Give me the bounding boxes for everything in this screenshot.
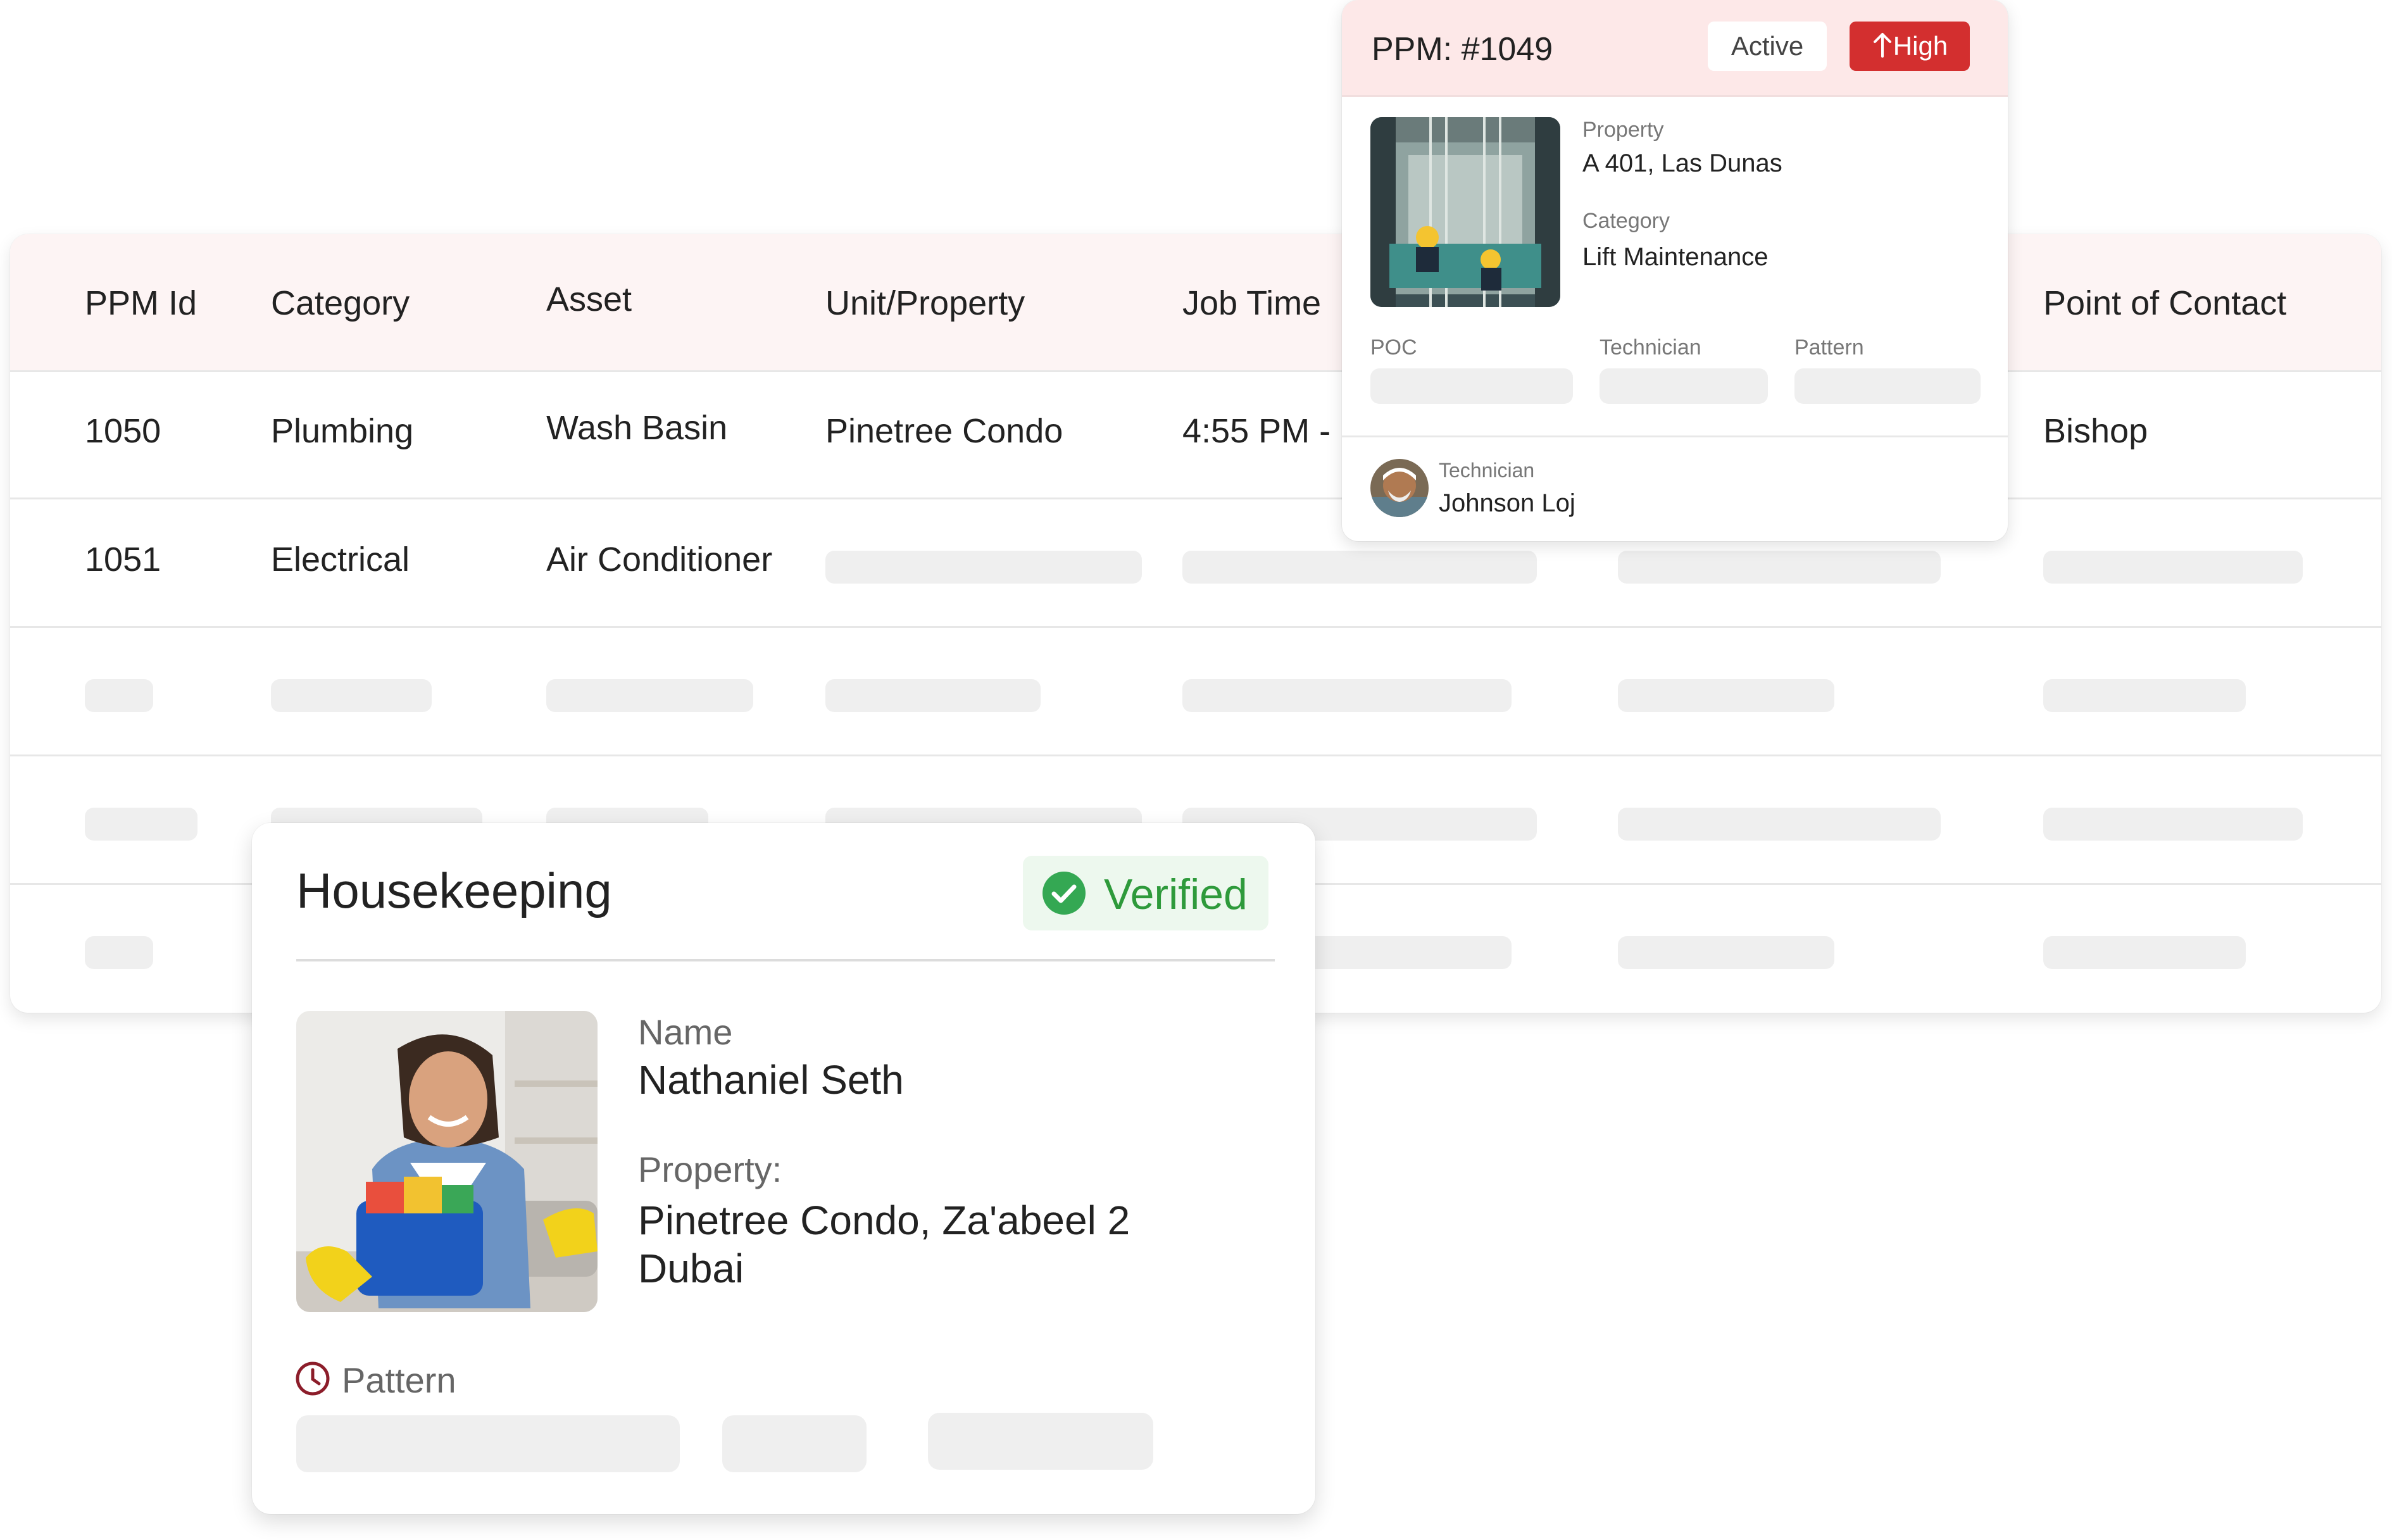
skeleton-placeholder [1370, 368, 1573, 404]
cell-category: Plumbing [271, 412, 414, 450]
skeleton-placeholder [1600, 368, 1768, 404]
arrow-up-icon [1873, 33, 1891, 58]
skeleton-placeholder [85, 679, 153, 712]
divider [1342, 435, 2008, 437]
priority-badge: High [1850, 22, 1970, 71]
housekeeper-photo [296, 1011, 598, 1312]
skeleton-placeholder [928, 1413, 1153, 1470]
table-header: PPM Id Category Asset Unit/Property Job … [10, 234, 2381, 372]
skeleton-placeholder [1182, 551, 1537, 584]
property-value: Pinetree Condo, Za'abeel 2 Dubai [638, 1196, 1130, 1293]
column-header-ppm-id[interactable]: PPM Id [85, 284, 197, 323]
housekeeping-card[interactable]: Housekeeping Verified Name Nathaniel Set… [252, 823, 1315, 1514]
cell-asset: Wash Basin [546, 409, 728, 447]
skeleton-placeholder [1618, 551, 1941, 584]
table-row-placeholder [10, 627, 2381, 756]
skeleton-placeholder [722, 1415, 867, 1472]
skeleton-placeholder [2043, 551, 2303, 584]
skeleton-placeholder [1794, 368, 1981, 404]
card-title: Housekeeping [296, 863, 612, 918]
status-badge: Active [1708, 22, 1827, 71]
cell-asset: Air Conditioner [546, 541, 773, 579]
cell-category: Electrical [271, 541, 410, 579]
property-line-1: Pinetree Condo, Za'abeel 2 [638, 1198, 1130, 1243]
pattern-label: Pattern [1794, 335, 1864, 360]
cell-job-time: 4:55 PM - [1182, 412, 1331, 450]
cell-ppm-id: 1050 [85, 412, 161, 450]
column-header-point-of-contact[interactable]: Point of Contact [2043, 284, 2286, 323]
skeleton-placeholder [2043, 808, 2303, 841]
assigned-technician-label: Technician [1439, 459, 1535, 482]
clock-icon [296, 1362, 330, 1396]
skeleton-placeholder [1182, 679, 1512, 712]
skeleton-placeholder [546, 679, 753, 712]
cell-ppm-id: 1051 [85, 541, 161, 579]
technician-label: Technician [1600, 335, 1701, 360]
skeleton-placeholder [2043, 679, 2246, 712]
skeleton-placeholder [825, 679, 1041, 712]
table-row[interactable]: 1051 Electrical Air Conditioner [10, 499, 2381, 628]
skeleton-placeholder [825, 551, 1142, 584]
verified-badge: Verified [1023, 856, 1268, 930]
skeleton-placeholder [85, 808, 197, 841]
divider [296, 959, 1275, 961]
name-value: Nathaniel Seth [638, 1057, 904, 1103]
pattern-label: Pattern [342, 1360, 456, 1400]
table-row[interactable]: 1050 Plumbing Wash Basin Pinetree Condo … [10, 370, 2381, 499]
verified-label: Verified [1104, 870, 1248, 918]
category-label: Category [1582, 209, 1670, 233]
cell-property: Pinetree Condo [825, 412, 1063, 450]
property-label: Property [1582, 118, 1664, 142]
skeleton-placeholder [1618, 936, 1834, 969]
skeleton-placeholder [2043, 936, 2246, 969]
property-line-2: Dubai [638, 1246, 744, 1291]
poc-label: POC [1370, 335, 1417, 360]
technician-avatar [1370, 459, 1429, 517]
column-header-asset[interactable]: Asset [546, 280, 632, 319]
skeleton-placeholder [296, 1415, 680, 1472]
column-header-unit-property[interactable]: Unit/Property [825, 284, 1025, 323]
column-header-category[interactable]: Category [271, 284, 410, 323]
property-label: Property: [638, 1149, 782, 1189]
skeleton-placeholder [271, 679, 432, 712]
name-label: Name [638, 1012, 733, 1052]
category-value: Lift Maintenance [1582, 243, 1769, 271]
skeleton-placeholder [85, 936, 153, 969]
skeleton-placeholder [1618, 808, 1941, 841]
column-header-job-time[interactable]: Job Time [1182, 284, 1321, 323]
ppm-detail-card[interactable]: PPM: #1049 Active High Property A 401, L… [1342, 0, 2008, 541]
ppm-title: PPM: #1049 [1372, 31, 1553, 68]
assigned-technician-name: Johnson Loj [1439, 489, 1575, 517]
check-circle-icon [1043, 872, 1086, 915]
ppm-card-header: PPM: #1049 Active High [1342, 0, 2008, 97]
property-value: A 401, Las Dunas [1582, 149, 1782, 177]
skeleton-placeholder [1618, 679, 1834, 712]
priority-label: High [1893, 31, 1948, 61]
cell-contact: Bishop [2043, 412, 2148, 450]
lift-maintenance-photo [1370, 117, 1560, 307]
